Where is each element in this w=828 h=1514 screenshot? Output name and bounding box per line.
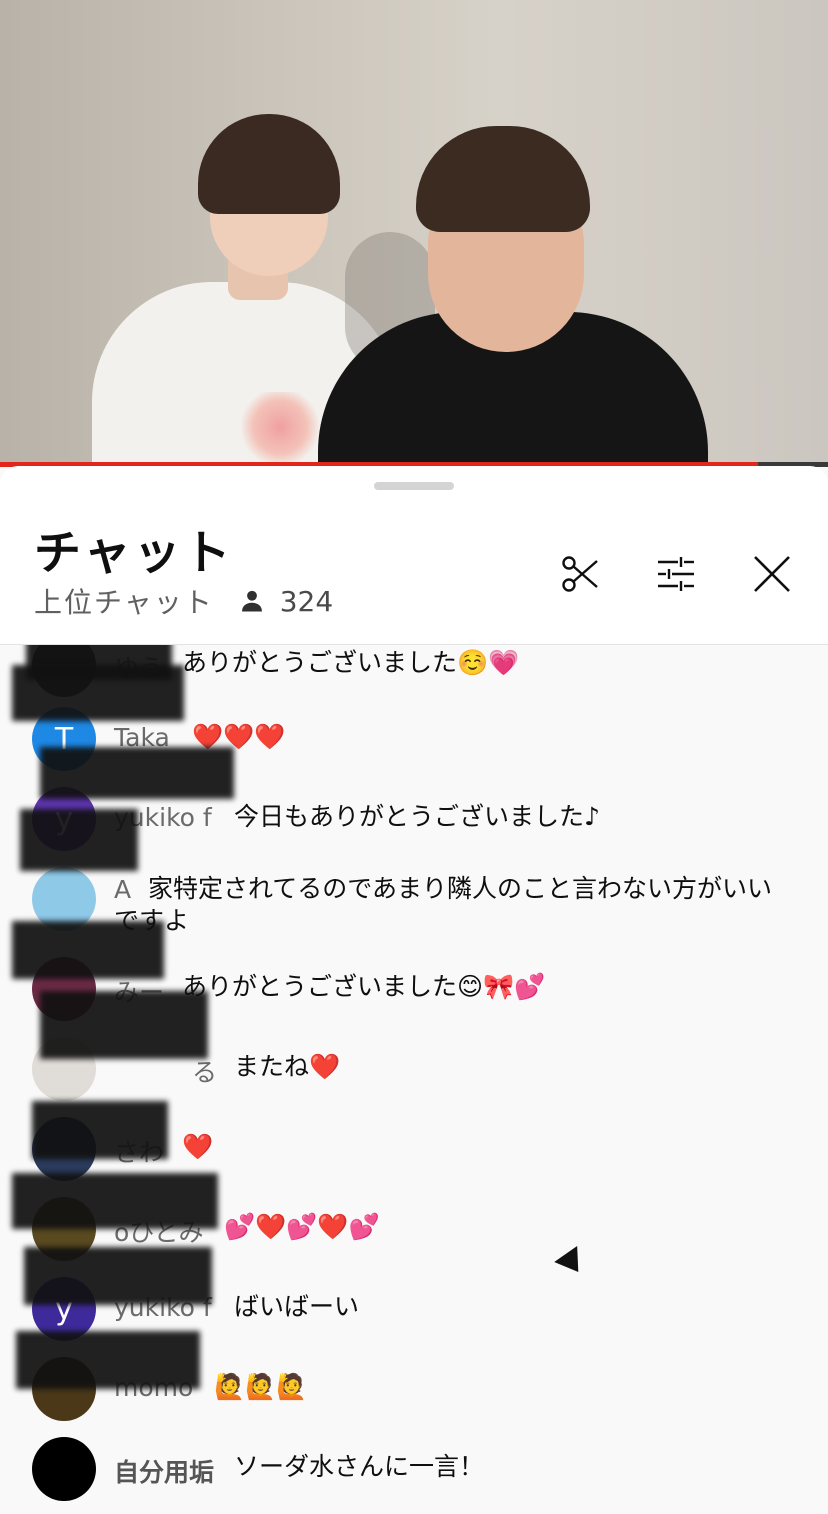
author-avatar [32, 1437, 96, 1501]
filter-button[interactable] [654, 552, 698, 596]
video-player[interactable] [0, 0, 828, 466]
redaction-overlay [12, 665, 184, 721]
close-icon [754, 556, 790, 592]
redaction-overlay [40, 747, 234, 799]
video-frame-shirt-print [240, 392, 320, 462]
message-text: ありがとうございました😊🎀💕 [182, 972, 546, 1001]
message-text: またね❤️ [234, 1052, 341, 1081]
tune-icon [658, 557, 694, 591]
redaction-overlay [12, 1173, 218, 1229]
chat-mode-label: 上位チャット [34, 586, 214, 619]
chat-message-list[interactable]: ゆう ありがとうございました☺️💗 T Taka ❤️❤️❤️ y yukiko… [0, 645, 828, 1514]
author-name: 自分用垢 [114, 1458, 215, 1487]
clip-button[interactable] [558, 552, 602, 596]
redaction-overlay [20, 809, 138, 871]
chat-title: チャット [34, 526, 234, 581]
video-frame-person-left-hair [198, 114, 340, 214]
redaction-overlay [32, 1101, 168, 1159]
message-text: ありがとうございました☺️💗 [182, 648, 520, 677]
message-text: 🙋🙋🙋 [214, 1372, 308, 1401]
redaction-overlay [12, 921, 164, 979]
message-text: ばいばーい [234, 1292, 360, 1321]
message-text: ソーダ水さんに一言！ [234, 1452, 485, 1481]
redaction-overlay [24, 1247, 212, 1305]
message-text: ❤️ [182, 1132, 214, 1161]
chat-panel: チャット 上位チャット 324 ゆう あり [0, 466, 828, 1514]
scissors-icon [562, 556, 598, 592]
message-text: 💕❤️💕❤️💕 [224, 1212, 380, 1241]
message-text: 家特定されてるのであまり隣人のこと言わない方がいいですよ [114, 874, 773, 935]
chat-message[interactable]: 自分用垢 ソーダ水さんに一言！ [32, 1437, 792, 1501]
message-text: 今日もありがとうございました♪ [234, 802, 600, 831]
video-frame-person-right-hair [416, 126, 590, 232]
person-icon [241, 590, 262, 612]
chat-mode-selector[interactable]: 上位チャット 324 [34, 584, 334, 620]
redaction-overlay [40, 991, 208, 1059]
close-button[interactable] [750, 552, 794, 596]
redaction-overlay [16, 1331, 200, 1389]
drag-handle[interactable] [374, 482, 454, 490]
viewer-count: 324 [279, 584, 334, 618]
